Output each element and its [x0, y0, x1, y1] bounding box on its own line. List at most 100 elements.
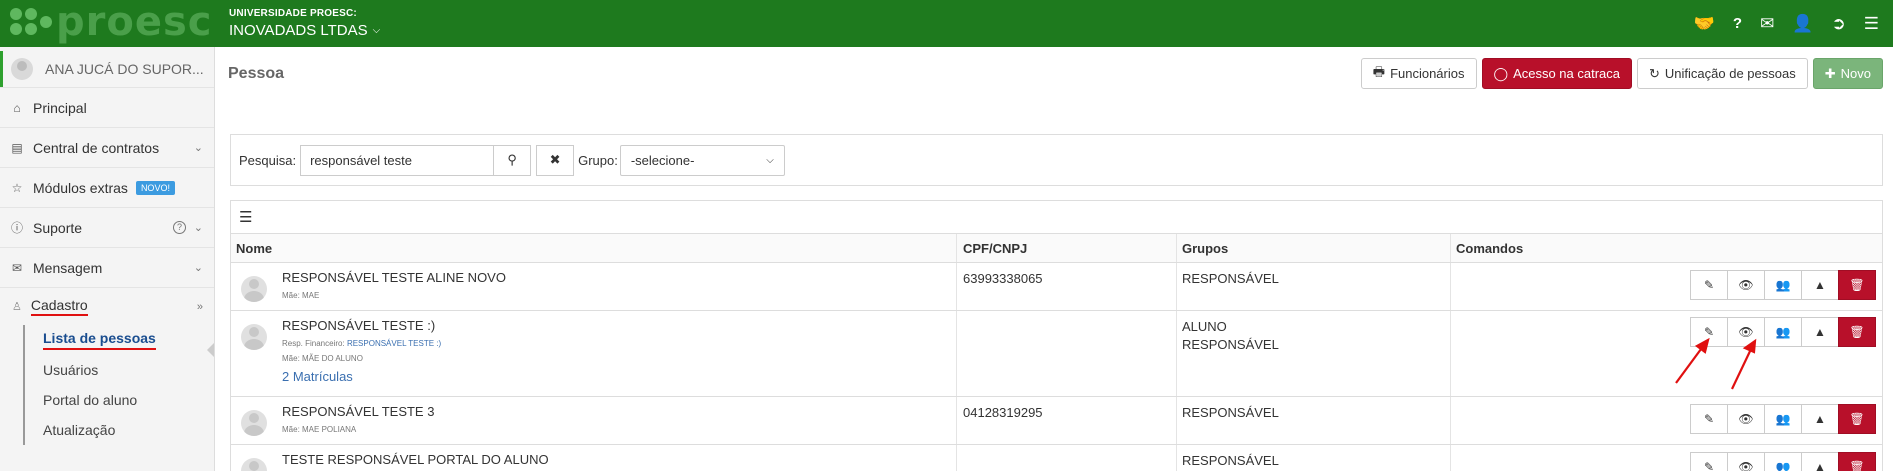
financial-responsible-link[interactable]: RESPONSÁVEL TESTE :): [347, 339, 441, 348]
edit-button[interactable]: ✎: [1690, 404, 1728, 434]
close-icon: ✖: [549, 152, 561, 167]
sidebar-item-central-de-contratos[interactable]: ▤ Central de contratos ⌄: [0, 127, 214, 167]
sidebar-subitem-portal-do-aluno[interactable]: Portal do aluno: [0, 385, 214, 415]
table-toolbar: ☰: [231, 201, 1882, 234]
users-icon: 👥: [1775, 325, 1791, 339]
person-name[interactable]: TESTE RESPONSÁVEL PORTAL DO ALUNO: [282, 452, 549, 467]
search-input[interactable]: [300, 144, 495, 176]
envelope-icon: ✉: [11, 260, 23, 275]
warning-icon: ▲: [1814, 460, 1826, 471]
groups-button[interactable]: 👥: [1764, 404, 1802, 434]
sidebar-item-modulos-extras[interactable]: ☆ Módulos extras NOVO!: [0, 167, 214, 207]
header-comandos: Comandos: [1456, 240, 1524, 256]
eye-icon: 👁: [1738, 460, 1754, 471]
edit-icon: ✎: [1703, 278, 1715, 292]
annotation-arrow: [1675, 344, 1705, 384]
question-icon[interactable]: ?: [1733, 16, 1742, 31]
trash-icon: 🗑: [1849, 412, 1865, 426]
envelope-icon[interactable]: ✉: [1760, 15, 1774, 32]
search-button[interactable]: ⚲: [493, 144, 532, 176]
sidebar-item-label: Central de contratos: [33, 139, 160, 156]
person-name[interactable]: RESPONSÁVEL TESTE 3: [282, 404, 434, 419]
organization-selector[interactable]: UNIVERSIDADE PROESC: INOVADADS LTDAS ⌵: [229, 8, 380, 39]
chevron-down-icon: ⌄: [193, 222, 203, 234]
info-icon: ⓘ: [10, 221, 23, 235]
clear-search-button[interactable]: ✖: [536, 144, 575, 176]
sidebar-item-label: Suporte: [33, 219, 83, 236]
sidebar-item-suporte[interactable]: ⓘ Suporte ? ⌄: [0, 207, 214, 247]
eye-icon: 👁: [1738, 278, 1754, 292]
person-name[interactable]: RESPONSÁVEL TESTE :): [282, 318, 441, 333]
avatar: [241, 324, 267, 350]
table-row: RESPONSÁVEL TESTE ALINE NOVO Mãe: MAE 63…: [231, 263, 1882, 311]
group-value: RESPONSÁVEL: [1182, 271, 1279, 286]
eye-icon: 👁: [1738, 412, 1754, 426]
edit-button[interactable]: ✎: [1690, 270, 1728, 300]
view-button[interactable]: 👁: [1727, 270, 1765, 300]
group-label: Grupo:: [578, 152, 618, 168]
sidebar-subitem-lista-de-pessoas[interactable]: Lista de pessoas: [0, 325, 214, 355]
header-cpf[interactable]: CPF/CNPJ: [957, 234, 1177, 262]
sidebar-item-mensagem[interactable]: ✉ Mensagem ⌄: [0, 247, 214, 287]
acesso-catraca-button[interactable]: ◯ Acesso na catraca: [1481, 58, 1633, 89]
edit-button[interactable]: ✎: [1690, 452, 1728, 471]
warning-button[interactable]: ▲: [1801, 404, 1839, 434]
mother-name: Mãe: MAE POLIANA: [282, 425, 357, 434]
unificacao-button[interactable]: ↻ Unificação de pessoas: [1637, 58, 1808, 89]
sidebar-item-cadastro[interactable]: ♙ Cadastro »: [0, 287, 214, 325]
people-table: ☰ Nome CPF/CNPJ Grupos Comandos RESPONSÁ…: [230, 200, 1883, 471]
menu-icon[interactable]: ☰: [1864, 15, 1879, 32]
view-button[interactable]: 👁: [1727, 452, 1765, 471]
user-name: ANA JUCÁ DO SUPOR...: [45, 61, 204, 77]
delete-button[interactable]: 🗑: [1838, 317, 1876, 347]
warning-button[interactable]: ▲: [1801, 452, 1839, 471]
view-button[interactable]: 👁: [1727, 404, 1765, 434]
university-name: UNIVERSIDADE PROESC:: [229, 8, 357, 19]
user-outline-icon: ♙: [12, 301, 22, 313]
sidebar-user[interactable]: ANA JUCÁ DO SUPOR...: [0, 51, 214, 87]
trash-icon: 🗑: [1849, 325, 1865, 339]
enrollments-link[interactable]: 2 Matrículas: [282, 369, 441, 384]
row-commands: ✎ 👁 👥 ▲ 🗑: [1690, 452, 1876, 471]
collapse-icon[interactable]: »: [197, 301, 203, 313]
header-grupos[interactable]: Grupos: [1177, 234, 1451, 262]
annotation-arrow: [1731, 346, 1753, 390]
groups-button[interactable]: 👥: [1764, 270, 1802, 300]
person-name[interactable]: RESPONSÁVEL TESTE ALINE NOVO: [282, 270, 506, 285]
trash-icon: 🗑: [1849, 460, 1865, 471]
groups-button[interactable]: 👥: [1764, 452, 1802, 471]
warning-button[interactable]: ▲: [1801, 270, 1839, 300]
logo[interactable]: proesc: [0, 0, 215, 47]
avatar: [241, 276, 267, 302]
question-circle-icon[interactable]: ?: [173, 221, 186, 234]
sidebar-subitem-usuarios[interactable]: Usuários: [0, 355, 214, 385]
warning-button[interactable]: ▲: [1801, 317, 1839, 347]
plus-icon: ✚: [1824, 65, 1836, 81]
delete-button[interactable]: 🗑: [1838, 270, 1876, 300]
action-buttons: 🖶 Funcionários ◯ Acesso na catraca ↻ Uni…: [1360, 58, 1883, 89]
novo-button[interactable]: ✚ Novo: [1812, 58, 1883, 89]
table-row: RESPONSÁVEL TESTE :) Resp. Financeiro: R…: [231, 311, 1882, 397]
user-icon[interactable]: 👤: [1792, 15, 1813, 32]
new-badge: NOVO!: [135, 180, 175, 195]
sidebar-item-principal[interactable]: ⌂ Principal: [0, 87, 214, 127]
sidebar-subitem-atualizacao[interactable]: Atualização: [0, 415, 214, 445]
handshake-icon[interactable]: 🤝: [1694, 15, 1715, 32]
delete-button[interactable]: 🗑: [1838, 452, 1876, 471]
sidebar-item-label: Módulos extras: [33, 179, 128, 196]
group-value: RESPONSÁVEL: [1182, 337, 1279, 352]
home-icon: ⌂: [13, 100, 21, 115]
search-panel: Pesquisa: ⚲ ✖ Grupo: -selecione- ⌵: [230, 134, 1883, 186]
logo-text: proesc: [56, 0, 213, 45]
delete-button[interactable]: 🗑: [1838, 404, 1876, 434]
sidebar-item-label: Mensagem: [33, 259, 103, 276]
header-nome[interactable]: Nome: [231, 234, 957, 262]
group-value: ALUNO: [1182, 319, 1227, 334]
sidebar-item-label: Cadastro: [30, 297, 88, 316]
list-icon[interactable]: ☰: [239, 208, 252, 226]
users-icon: 👥: [1775, 412, 1791, 426]
funcionarios-button[interactable]: 🖶 Funcionários: [1360, 58, 1477, 89]
chevron-down-icon: ⌵: [766, 154, 774, 166]
group-select[interactable]: -selecione- ⌵: [619, 144, 785, 176]
sign-out-icon[interactable]: ➲: [1832, 15, 1846, 32]
